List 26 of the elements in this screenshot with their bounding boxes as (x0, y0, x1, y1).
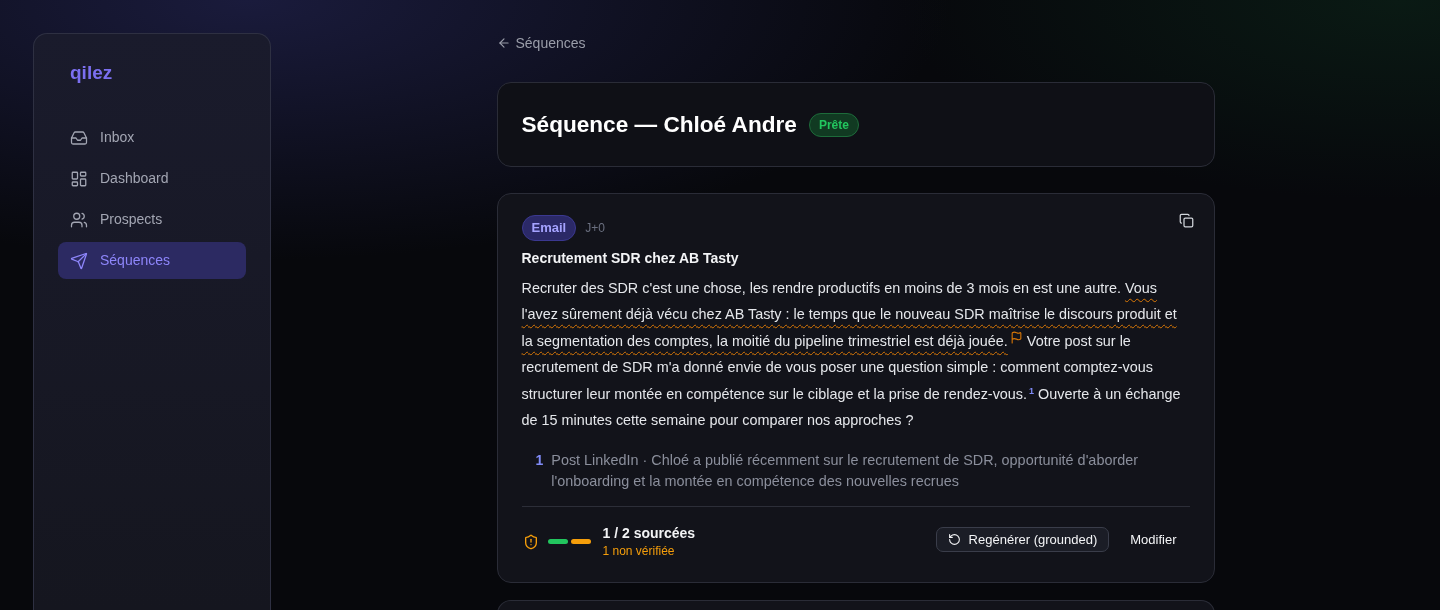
dashboard-icon (70, 169, 88, 188)
delay-label: J+0 (585, 219, 605, 237)
shield-alert-icon (522, 533, 539, 550)
sidebar-item[interactable]: Inbox (58, 119, 246, 156)
source-note: Post LinkedIn · Chloé a publié récemment sur le recrutement de SDR, opportunité d'aborder l'onboarding et la montée en compétence des nouvelles recrues (551, 450, 1139, 491)
users-icon (70, 210, 88, 229)
channel-badge: Email (521, 215, 577, 241)
regenerate-button[interactable]: Regénérer (grounded) (935, 527, 1110, 552)
rotate-icon (947, 533, 961, 546)
flag-icon (1009, 331, 1023, 345)
send-icon (70, 251, 88, 270)
sidebar-item[interactable]: Séquences (58, 242, 246, 279)
source-number: 1 (535, 450, 544, 470)
app-logo[interactable]: qilez (58, 61, 246, 85)
sidebar-item[interactable]: Prospects (58, 201, 246, 238)
status-badge: Prête (808, 112, 859, 137)
copy-icon (1178, 213, 1194, 229)
unverified-count: 1 non vérifiée (602, 542, 676, 560)
inbox-icon (70, 128, 88, 147)
email-subject: Recrutement SDR chez AB Tasty (521, 248, 740, 268)
page-title: Séquence — Chloé Andre (521, 110, 797, 139)
back-link[interactable]: Séquences (496, 33, 586, 53)
sidebar-item[interactable]: Dashboard (58, 160, 246, 197)
sources-summary: 1 / 2 sourcées (602, 523, 696, 543)
email-body: Recruter des SDR c'est une chose, les rendre productifs en moins de 3 mois en est une autre. Vous l'avez sûrement déjà vécu chez AB Tasty : le temps que le nouveau SDR maîtrise le discours produit et la segmentation des comptes, la moitié du pipeline trimestriel est déjà jouée. Votre post sur le recrutement de SDR m'a donné envie de vous poser une question simple : comment comptez-vous structurer leur montée en compétence sur le ciblage et la prise de rendez-vous.$^{1}$ Ouverte à un échange de 15 minutes cette semaine pour comparer nos approches ? (521, 278, 1182, 430)
edit-button[interactable]: Modifier (1117, 527, 1190, 552)
